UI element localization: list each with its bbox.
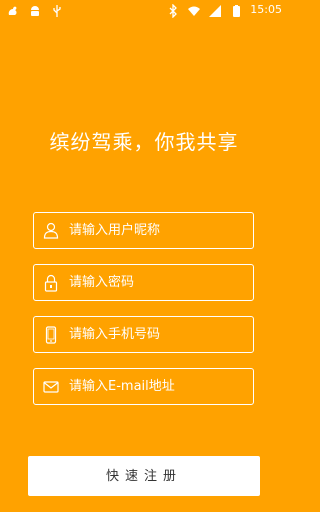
signal-icon: [208, 3, 222, 17]
username-field[interactable]: [33, 212, 254, 249]
mail-icon: [43, 378, 59, 396]
android-icon: [28, 3, 42, 17]
bluetooth-icon: [166, 3, 180, 19]
email-field[interactable]: [33, 368, 254, 405]
usb-icon: [50, 3, 64, 17]
phone-input[interactable]: [69, 317, 249, 352]
register-screen: 15:05 缤纷驾乘，你我共享 请输入用户昵称 请输入手机号码 请输入E-mai…: [0, 0, 288, 512]
phone-field[interactable]: [33, 316, 254, 353]
username-input[interactable]: [69, 213, 249, 248]
squirrel-app-icon: [6, 3, 20, 17]
status-time: 15:05: [250, 3, 282, 16]
email-input[interactable]: [69, 369, 249, 404]
password-input[interactable]: [69, 265, 249, 300]
slogan-title: 缤纷驾乘，你我共享: [49, 130, 239, 154]
phone-icon: [43, 326, 59, 344]
password-field[interactable]: [33, 264, 254, 301]
lock-icon: [43, 274, 59, 292]
wifi-icon: [187, 3, 201, 17]
status-bar: 15:05: [0, 0, 288, 20]
quick-register-button[interactable]: 快速注册: [28, 456, 260, 496]
battery-icon: [229, 3, 243, 17]
user-icon: [43, 222, 59, 240]
